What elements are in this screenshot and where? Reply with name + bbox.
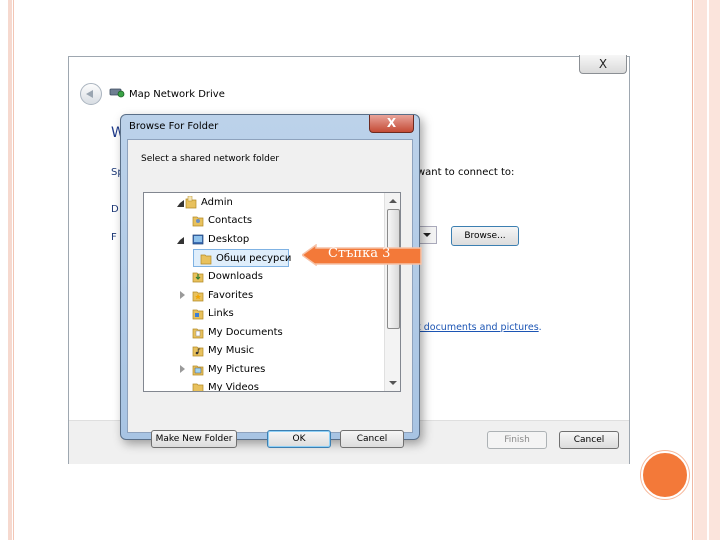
wizard-title: Map Network Drive	[129, 89, 225, 100]
folder-label: F	[111, 232, 117, 243]
links-folder-icon	[192, 309, 204, 320]
collapse-arrow-icon[interactable]	[180, 291, 185, 299]
folder-tree[interactable]: Admin Contacts Desktop Общи ресурси Down…	[143, 192, 401, 392]
drive-label: D	[111, 204, 119, 215]
make-new-folder-button[interactable]: Make New Folder	[151, 430, 237, 448]
favorites-folder-icon	[192, 291, 204, 302]
link-text[interactable]: t documents and pictures	[417, 322, 539, 333]
scroll-up-icon[interactable]	[389, 199, 397, 203]
dialog-body: Select a shared network folder Admin Con…	[127, 139, 413, 448]
tree-item-label: Favorites	[208, 290, 254, 301]
finish-button[interactable]: Finish	[487, 431, 547, 449]
documents-folder-icon	[192, 328, 204, 339]
tree-item-label: Contacts	[208, 215, 253, 226]
wizard-instruction-tail: want to connect to:	[417, 167, 515, 178]
downloads-folder-icon	[192, 272, 204, 283]
step-callout: Стъпка 3	[300, 243, 422, 267]
desktop-folder-icon	[192, 234, 204, 245]
scroll-thumb[interactable]	[387, 209, 400, 329]
slide-decoration-circle	[641, 451, 689, 499]
tree-item-links[interactable]: Links	[144, 305, 384, 322]
tree-item-label: Общи ресурси	[216, 253, 292, 264]
scroll-down-icon[interactable]	[389, 381, 397, 385]
tree-item-my-videos[interactable]: My Videos	[144, 379, 384, 392]
back-arrow-icon[interactable]	[80, 83, 102, 105]
tree-item-my-documents[interactable]: My Documents	[144, 324, 384, 341]
documents-pictures-link[interactable]: t documents and pictures.	[417, 322, 542, 333]
link-suffix: .	[538, 322, 542, 333]
tree-item-my-music[interactable]: My Music	[144, 342, 384, 359]
ok-button[interactable]: OK	[267, 430, 331, 448]
tree-item-label: My Documents	[208, 327, 283, 338]
dialog-title: Browse For Folder	[129, 121, 219, 132]
tree-item-label: Links	[208, 308, 234, 319]
browse-button[interactable]: Browse...	[451, 226, 519, 246]
expand-arrow-icon[interactable]	[177, 200, 184, 207]
tree-item-my-pictures[interactable]: My Pictures	[144, 361, 384, 378]
tree-item-label: My Music	[208, 345, 255, 356]
tree-item-favorites[interactable]: Favorites	[144, 287, 384, 304]
tree-item-label: Desktop	[208, 234, 250, 245]
callout-text: Стъпка 3	[328, 246, 391, 261]
folder-dropdown-arrow-icon[interactable]	[417, 226, 437, 244]
tree-item-downloads[interactable]: Downloads	[144, 268, 384, 285]
expand-arrow-icon[interactable]	[177, 237, 184, 244]
music-folder-icon	[192, 346, 204, 357]
tree-item-admin[interactable]: Admin	[144, 194, 384, 211]
tree-scrollbar[interactable]	[384, 193, 400, 391]
slide-right-line	[692, 0, 693, 540]
dialog-close-button[interactable]: X	[369, 115, 414, 133]
tree-item-label: My Pictures	[208, 364, 266, 375]
tree-item-label: My Videos	[208, 382, 259, 392]
wizard-cancel-button[interactable]: Cancel	[559, 431, 619, 449]
slide-border-line	[13, 0, 14, 540]
dialog-instruction: Select a shared network folder	[141, 154, 280, 164]
slide-right-highlight	[707, 0, 709, 540]
folder-icon	[200, 254, 212, 265]
network-drive-icon	[109, 88, 125, 98]
tree-item-label: Admin	[201, 197, 233, 208]
slide-border	[8, 0, 12, 540]
collapse-arrow-icon[interactable]	[180, 365, 185, 373]
tree-item-label: Downloads	[208, 271, 263, 282]
contacts-folder-icon	[192, 216, 204, 227]
pictures-folder-icon	[192, 365, 204, 376]
tree-item-contacts[interactable]: Contacts	[144, 212, 384, 229]
user-folder-icon	[185, 196, 197, 209]
browse-for-folder-dialog: Browse For Folder X Select a shared netw…	[120, 114, 420, 448]
dialog-cancel-button[interactable]: Cancel	[340, 430, 404, 448]
wizard-close-button[interactable]: X	[579, 55, 627, 74]
videos-folder-icon	[192, 383, 204, 391]
